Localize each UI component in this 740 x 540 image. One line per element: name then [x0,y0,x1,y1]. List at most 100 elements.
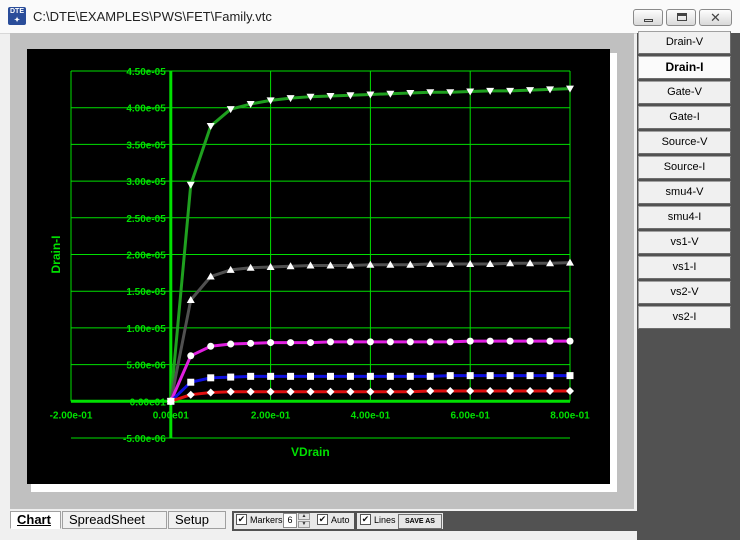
x-tick-label: 4.00e-01 [351,410,391,421]
data-point [526,387,535,396]
data-point [486,372,494,380]
window-title: C:\DTE\EXAMPLES\PWS\FET\Family.vtc [33,9,272,24]
tab-setup[interactable]: Setup [168,511,226,529]
tab-chart[interactable]: Chart [10,511,61,529]
data-point [267,372,275,380]
data-point [287,339,295,347]
markers-label: Markers [250,515,283,525]
chart-area[interactable]: -2.00e-01 0.00e01 2.00e-01 4.00e-01 6.00e-01… [27,49,610,484]
data-point [307,339,315,347]
data-point [386,387,395,396]
markers-count-input[interactable]: 6 [283,513,297,528]
x-tick-label: -2.00e-01 [50,410,93,421]
data-point [466,387,475,396]
y-tick-label: 0.00e01 [130,397,167,408]
data-point [187,378,195,386]
data-point [186,390,195,399]
y-tick-label: 1.00e-05 [126,324,166,335]
arrow-up-icon: ▲ [301,513,307,519]
side-button-vs1-v[interactable]: vs1-V [638,231,731,254]
markers-checkbox[interactable]: ✔ [236,514,247,525]
maximize-button[interactable] [666,9,696,26]
lines-checkbox[interactable]: ✔ [360,514,371,525]
auto-checkbox[interactable]: ✔ [317,514,328,525]
auto-label: Auto [331,515,350,525]
data-point [187,352,195,360]
side-button-drain-i[interactable]: Drain-I [638,56,731,79]
data-point [207,342,215,350]
side-button-drain-v[interactable]: Drain-V [638,31,731,54]
y-tick-label: 2.00e-05 [126,251,166,262]
markers-spin-up[interactable]: ▲ [298,513,310,520]
data-point [566,337,574,345]
side-button-vs2-i[interactable]: vs2-I [638,306,731,329]
side-button-gate-i[interactable]: Gate-I [638,106,731,129]
data-point [566,372,574,380]
data-point [186,181,195,189]
side-button-vs2-v[interactable]: vs2-V [638,281,731,304]
side-button-source-i[interactable]: Source-I [638,156,731,179]
tab-spreadsheet-label: SpreadSheet [69,512,145,527]
data-point [466,337,474,345]
check-icon: ✔ [318,514,327,524]
data-point [466,372,474,380]
data-point [446,338,454,346]
minimize-button[interactable] [633,9,663,26]
y-tick-label: 3.00e-05 [126,177,166,188]
minimize-icon [644,19,653,22]
data-point [247,372,255,380]
data-point [426,338,434,346]
data-point [366,387,375,396]
side-button-source-v[interactable]: Source-V [638,131,731,154]
data-point [307,372,315,380]
x-tick-label: 0.00e01 [153,410,190,421]
data-point [506,372,514,380]
title-bar: DTE ✦ C:\DTE\EXAMPLES\PWS\FET\Family.vtc … [0,0,740,34]
data-point [247,339,255,347]
data-point [286,387,295,396]
markers-spin-down[interactable]: ▼ [298,521,310,528]
data-point [446,372,454,380]
data-point [346,372,354,380]
x-axis-title: VDrain [291,445,330,459]
data-point [346,387,355,396]
close-button[interactable]: ✕ [699,9,732,26]
data-point [426,387,435,396]
x-tick-label: 2.00e-01 [251,410,291,421]
data-point [526,337,534,345]
y-tick-label: -5.00e-06 [123,434,166,445]
app-icon[interactable]: DTE ✦ [8,7,26,25]
data-point [326,338,334,346]
data-point [366,372,374,380]
data-point [386,338,394,346]
data-point [226,387,235,396]
data-point [346,338,354,346]
tab-spreadsheet[interactable]: SpreadSheet [62,511,167,529]
data-point [267,339,275,347]
side-button-smu4-i[interactable]: smu4-I [638,206,731,229]
data-point [206,123,215,131]
y-axis-title: Drain-I [49,235,63,273]
data-point [227,340,235,348]
y-tick-label: 3.50e-05 [126,140,166,151]
data-point [206,388,215,397]
data-point [426,372,434,380]
data-point [306,387,315,396]
y-tick-label: 4.50e-05 [126,67,166,78]
data-point [287,372,295,380]
side-button-smu4-v[interactable]: smu4-V [638,181,731,204]
arrow-down-icon: ▼ [301,521,307,527]
data-point [486,387,495,396]
data-point [207,374,215,382]
check-icon: ✔ [237,514,246,524]
side-button-gate-v[interactable]: Gate-V [638,81,731,104]
x-tick-label: 8.00e-01 [550,410,590,421]
side-button-vs1-i[interactable]: vs1-I [638,256,731,279]
save-as-button[interactable]: SAVE AS [398,514,442,529]
tab-setup-label: Setup [175,512,209,527]
data-point [326,387,335,396]
y-tick-label: 4.00e-05 [126,104,166,115]
data-point [406,387,415,396]
data-point [326,372,334,380]
tab-chart-label: Chart [17,512,51,527]
